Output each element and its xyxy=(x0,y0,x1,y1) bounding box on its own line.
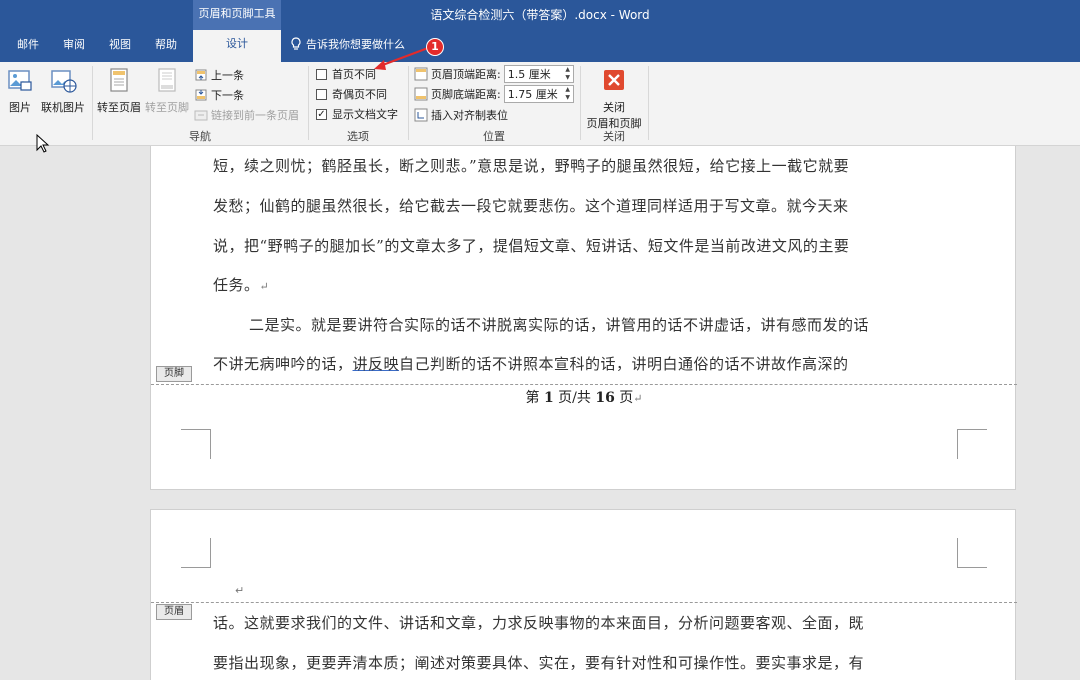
context-tab-group-label: 页眉和页脚工具 xyxy=(193,0,281,30)
footer-from-bottom-row: 页脚底端距离: 1.75 厘米 ▲ ▼ xyxy=(414,84,574,104)
text-line: 要指出现象，更要弄清本质；阐述对策要具体、实在，要有针对性和可操作性。要实事求是… xyxy=(213,654,865,672)
text-line: 话。这就要求我们的文件、讲话和文章，力求反映事物的本来面目，分析问题要客观、全面… xyxy=(213,614,865,632)
different-odd-even-checkbox[interactable]: 奇偶页不同 xyxy=(316,85,387,103)
total-page-number: 16 xyxy=(595,390,615,406)
footer-from-bottom-label: 页脚底端距离: xyxy=(431,88,501,101)
checkbox-box xyxy=(316,68,327,80)
text-span: 自己判断的话不讲照本宣科的话，讲明白通俗的话不讲故作高深的 xyxy=(399,355,849,373)
mouse-cursor-icon xyxy=(36,134,50,153)
picture-icon xyxy=(8,70,32,91)
checkbox-box xyxy=(316,88,327,100)
margin-crop-mark xyxy=(181,538,211,568)
close-icon xyxy=(604,70,624,90)
insert-alignment-tab-button[interactable]: 插入对齐制表位 xyxy=(414,106,508,124)
document-page: ↵ 页眉 话。这就要求我们的文件、讲话和文章，力求反映事物的本来面目，分析问题要… xyxy=(150,509,1017,680)
footer-mid: 页/共 xyxy=(558,390,591,406)
spinner-arrows-icon[interactable]: ▲ ▼ xyxy=(563,66,573,82)
different-odd-even-label: 奇偶页不同 xyxy=(332,88,387,101)
close-header-footer-button[interactable]: 关闭 页眉和页脚 xyxy=(584,66,644,131)
goto-footer-icon xyxy=(158,68,176,92)
different-first-page-checkbox[interactable]: 首页不同 xyxy=(316,65,376,83)
footer-position-icon xyxy=(414,87,428,101)
next-button[interactable]: 下一条 xyxy=(194,86,244,104)
annotation-arrow xyxy=(374,46,429,70)
footer-suffix: 页 xyxy=(619,390,634,406)
close-label-line1: 关闭 xyxy=(603,101,625,114)
close-group-label: 关闭 xyxy=(603,130,625,143)
text-span: 任务。 xyxy=(213,276,260,294)
position-group-label: 位置 xyxy=(483,130,505,143)
footer-from-bottom-spinner[interactable]: 1.75 厘米 ▲ ▼ xyxy=(503,85,574,103)
lightbulb-icon xyxy=(291,37,301,50)
online-picture-icon xyxy=(51,70,77,93)
picture-button[interactable]: 图片 xyxy=(5,66,35,115)
header-from-top-label: 页眉顶端距离: xyxy=(431,68,501,81)
checkbox-checked-box: ✓ xyxy=(316,108,327,120)
footer-tag: 页脚 xyxy=(156,366,192,382)
spinner-arrows-icon[interactable]: ▲ ▼ xyxy=(563,86,573,102)
picture-label: 图片 xyxy=(9,101,31,114)
header-from-top-spinner[interactable]: 1.5 厘米 ▲ ▼ xyxy=(503,65,574,83)
page-number-footer[interactable]: 第 1 页/共 16 页↵ xyxy=(151,387,1017,407)
online-picture-label: 联机图片 xyxy=(41,101,85,114)
header-tag: 页眉 xyxy=(156,604,192,620)
header-boundary xyxy=(151,602,1017,603)
show-document-text-checkbox[interactable]: ✓ 显示文档文字 xyxy=(316,105,398,123)
ribbon: 图片 联机图片 转至页眉 转至页脚 上一条 下一条 链接到前一条页眉 导航 首页… xyxy=(0,62,1080,146)
tab-mailings[interactable]: 邮件 xyxy=(17,36,39,56)
goto-header-icon xyxy=(110,68,128,92)
header-from-top-value: 1.5 厘米 xyxy=(507,68,551,81)
goto-header-button[interactable]: 转至页眉 xyxy=(96,66,142,115)
link-previous-label: 链接到前一条页眉 xyxy=(211,109,299,122)
alignment-tab-icon xyxy=(414,108,428,122)
paragraph-mark-icon: ↵ xyxy=(259,280,270,293)
margin-crop-mark xyxy=(957,538,987,568)
previous-button[interactable]: 上一条 xyxy=(194,66,244,84)
text-span: 不讲无病呻吟的话， xyxy=(213,355,353,373)
grammar-flagged-text[interactable]: 讲反映 xyxy=(353,355,400,373)
margin-crop-mark xyxy=(181,429,211,459)
options-group-label: 选项 xyxy=(347,130,369,143)
text-line: 二是实。就是要讲符合实际的话不讲脱离实际的话，讲管用的话不讲虚话，讲有感而发的话 xyxy=(249,316,870,334)
footer-prefix: 第 xyxy=(525,390,540,406)
next-label: 下一条 xyxy=(211,89,244,102)
annotation-marker: 1 xyxy=(426,38,444,56)
text-line: 说，把“野鸭子的腿加长”的文章太多了，提倡短文章、短讲话、短文件是当前改进文风的… xyxy=(213,237,850,255)
text-line: 短，续之则忧；鹤胫虽长，断之则悲。”意思是说，野鸭子的腿虽然很短，给它接上一截它… xyxy=(213,157,850,175)
previous-icon xyxy=(195,69,207,81)
online-picture-button[interactable]: 联机图片 xyxy=(40,66,86,115)
document-page: 短，续之则忧；鹤胫虽长，断之则悲。”意思是说，野鸭子的腿虽然很短，给它接上一截它… xyxy=(150,146,1017,490)
group-separator xyxy=(648,66,649,140)
current-page-number: 1 xyxy=(543,390,554,406)
show-document-text-label: 显示文档文字 xyxy=(332,108,398,121)
previous-label: 上一条 xyxy=(211,69,244,82)
header-from-top-row: 页眉顶端距离: 1.5 厘米 ▲ ▼ xyxy=(414,64,574,84)
tab-help[interactable]: 帮助 xyxy=(155,36,177,56)
paragraph-mark-icon: ↵ xyxy=(633,392,643,405)
footer-boundary xyxy=(151,384,1017,385)
link-icon xyxy=(194,110,208,121)
title-bar: 页眉和页脚工具 语文综合检测六（带答案）.docx - Word 邮件 审阅 视… xyxy=(0,0,1080,62)
tab-review[interactable]: 审阅 xyxy=(63,36,85,56)
paragraph-mark-icon: ↵ xyxy=(235,584,245,597)
window-title: 语文综合检测六（带答案）.docx - Word xyxy=(430,8,650,22)
text-line: 发愁；仙鹤的腿虽然很长，给它截去一段它就要悲伤。这个道理同样适用于写文章。就今天… xyxy=(213,197,849,215)
text-line: 任务。↵ xyxy=(213,275,269,295)
goto-header-label: 转至页眉 xyxy=(97,101,141,114)
link-previous-button[interactable]: 链接到前一条页眉 xyxy=(194,106,299,124)
footer-from-bottom-value: 1.75 厘米 xyxy=(507,88,558,101)
tab-view[interactable]: 视图 xyxy=(109,36,131,56)
tab-design[interactable]: 设计 xyxy=(193,30,281,62)
margin-crop-mark xyxy=(957,429,987,459)
goto-footer-button[interactable]: 转至页脚 xyxy=(144,66,190,115)
insert-alignment-tab-label: 插入对齐制表位 xyxy=(431,109,508,122)
navigation-group-label: 导航 xyxy=(189,130,211,143)
next-icon xyxy=(195,89,207,101)
goto-footer-label: 转至页脚 xyxy=(145,101,189,114)
text-line: 不讲无病呻吟的话，讲反映自己判断的话不讲照本宣科的话，讲明白通俗的话不讲故作高深… xyxy=(213,354,849,374)
